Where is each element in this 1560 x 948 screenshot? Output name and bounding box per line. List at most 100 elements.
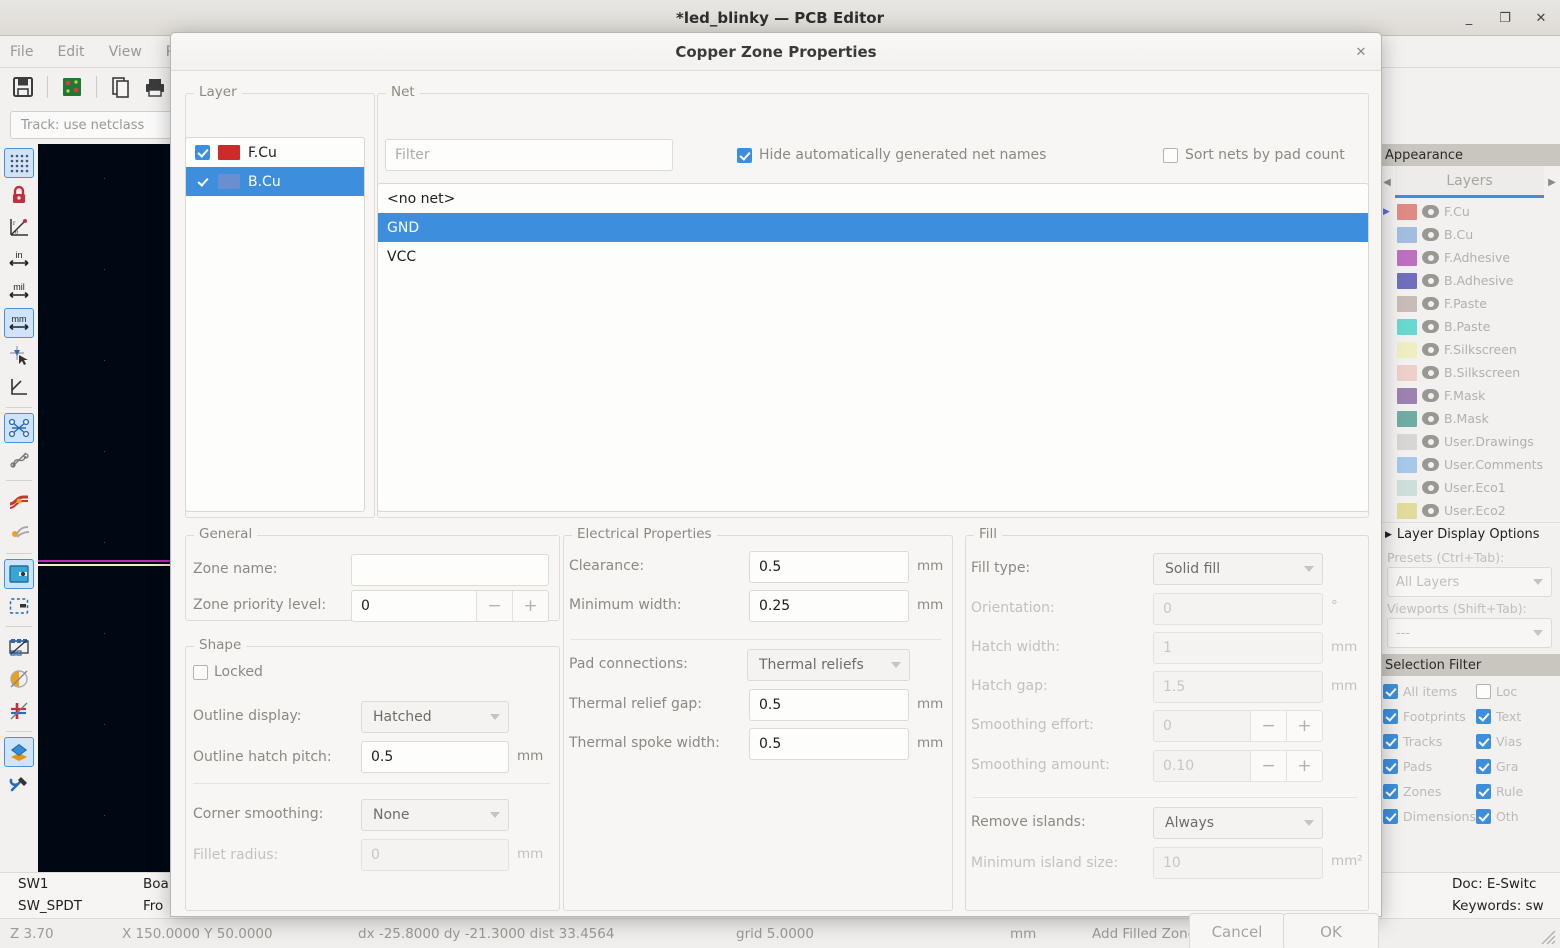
- net-item-nonet[interactable]: <no net>: [378, 184, 1368, 213]
- hatch-width-input[interactable]: 1: [1153, 632, 1323, 664]
- layer-color-swatch[interactable]: [1397, 434, 1417, 450]
- eye-icon[interactable]: [1422, 458, 1439, 471]
- eye-icon[interactable]: [1422, 481, 1439, 494]
- clearance-input[interactable]: 0.5: [749, 551, 909, 583]
- layer-color-swatch[interactable]: [1397, 411, 1417, 427]
- thermal-relief-gap-input[interactable]: 0.5: [749, 689, 909, 721]
- checkbox-icon[interactable]: [195, 145, 210, 160]
- eye-icon[interactable]: [1422, 504, 1439, 517]
- layer-listbox[interactable]: F.Cu B.Cu: [185, 137, 365, 512]
- checkbox-icon[interactable]: [1383, 809, 1398, 824]
- 45-degree-mode-icon[interactable]: [4, 372, 34, 402]
- sort-nets-checkbox-row[interactable]: Sort nets by pad count: [1163, 147, 1345, 163]
- layer-row[interactable]: B.Silkscreen: [1379, 361, 1560, 384]
- layer-row[interactable]: User.Drawings: [1379, 430, 1560, 453]
- filter-all-items[interactable]: All items: [1383, 679, 1476, 704]
- layer-color-swatch[interactable]: [1397, 227, 1417, 243]
- board-setup-icon[interactable]: [57, 73, 87, 101]
- stepper-increment-icon[interactable]: +: [512, 591, 548, 621]
- dialog-close-icon[interactable]: ✕: [1351, 42, 1371, 62]
- polar-coordinates-icon[interactable]: rθ: [4, 212, 34, 242]
- eye-icon[interactable]: [1422, 435, 1439, 448]
- remove-islands-combo[interactable]: Always: [1153, 807, 1323, 839]
- layer-row[interactable]: F.Mask: [1379, 384, 1560, 407]
- filter-tracks[interactable]: Tracks: [1383, 729, 1476, 754]
- layer-row[interactable]: B.Mask: [1379, 407, 1560, 430]
- filter-text[interactable]: Text: [1476, 704, 1556, 729]
- eye-icon[interactable]: [1422, 343, 1439, 356]
- hatch-gap-input[interactable]: 1.5: [1153, 671, 1323, 703]
- corner-smoothing-combo[interactable]: None: [361, 799, 509, 831]
- eye-icon[interactable]: [1422, 297, 1439, 310]
- eye-icon[interactable]: [1422, 412, 1439, 425]
- via-fill-mode-icon[interactable]: [4, 518, 34, 548]
- contrast-mode-icon[interactable]: [4, 737, 34, 767]
- hide-auto-nets-checkbox-row[interactable]: Hide automatically generated net names: [737, 147, 1046, 163]
- presets-combo[interactable]: All Layers: [1387, 567, 1552, 597]
- layer-row[interactable]: User.Eco1: [1379, 476, 1560, 499]
- filter-vias[interactable]: Vias: [1476, 729, 1556, 754]
- layer-row[interactable]: F.Silkscreen: [1379, 338, 1560, 361]
- layer-color-swatch[interactable]: [1397, 342, 1417, 358]
- layer-row[interactable]: B.Paste: [1379, 315, 1560, 338]
- pad-sketch-icon[interactable]: [4, 664, 34, 694]
- filter-pads[interactable]: Pads: [1383, 754, 1476, 779]
- resize-grip-icon[interactable]: [1538, 927, 1556, 945]
- checkbox-icon[interactable]: [1383, 684, 1398, 699]
- layer-color-swatch[interactable]: [1397, 457, 1417, 473]
- checkbox-icon[interactable]: [1383, 784, 1398, 799]
- filter-dimensions[interactable]: Dimensions: [1383, 804, 1476, 829]
- zone-priority-value[interactable]: 0: [352, 591, 476, 621]
- layer-row[interactable]: F.Paste: [1379, 292, 1560, 315]
- filter-rules[interactable]: Rule: [1476, 779, 1556, 804]
- save-icon[interactable]: [8, 73, 38, 101]
- net-item-vcc[interactable]: VCC: [378, 242, 1368, 271]
- fillet-radius-input[interactable]: 0: [361, 839, 509, 871]
- units-mm-icon[interactable]: mm: [4, 308, 34, 338]
- layer-color-swatch[interactable]: [1397, 273, 1417, 289]
- text-sketch-icon[interactable]: [4, 696, 34, 726]
- lock-grid-icon[interactable]: [4, 180, 34, 210]
- locked-checkbox-row[interactable]: Locked: [193, 664, 263, 680]
- layer-item-bcu[interactable]: B.Cu: [186, 167, 364, 196]
- fill-type-combo[interactable]: Solid fill: [1153, 553, 1323, 585]
- outline-display-combo[interactable]: Hatched: [361, 701, 509, 733]
- layer-item-fcu[interactable]: F.Cu: [186, 138, 364, 167]
- ok-button[interactable]: OK: [1283, 913, 1379, 948]
- units-mils-icon[interactable]: mil: [4, 276, 34, 306]
- eye-icon[interactable]: [1422, 320, 1439, 333]
- viewports-combo[interactable]: ---: [1387, 618, 1552, 648]
- print-icon[interactable]: [140, 73, 170, 101]
- show-ratsnest-icon[interactable]: [4, 413, 34, 443]
- grid-toggle-icon[interactable]: [4, 148, 34, 178]
- net-item-gnd[interactable]: GND: [378, 213, 1368, 242]
- stepper-increment-icon[interactable]: +: [1286, 751, 1322, 781]
- net-filter-input[interactable]: Filter: [385, 139, 673, 171]
- layer-color-swatch[interactable]: [1397, 250, 1417, 266]
- checkbox-icon[interactable]: [737, 148, 752, 163]
- smoothing-effort-value[interactable]: 0: [1154, 711, 1250, 741]
- layer-row[interactable]: User.Comments: [1379, 453, 1560, 476]
- filter-footprints[interactable]: Footprints: [1383, 704, 1476, 729]
- layer-row[interactable]: User.Eco2: [1379, 499, 1560, 522]
- checkbox-icon[interactable]: [1476, 809, 1491, 824]
- layer-color-swatch[interactable]: [1397, 365, 1417, 381]
- checkbox-icon[interactable]: [1476, 709, 1491, 724]
- checkbox-icon[interactable]: [1476, 759, 1491, 774]
- layer-color-swatch[interactable]: [1397, 296, 1417, 312]
- zone-name-input[interactable]: [351, 554, 549, 586]
- orientation-input[interactable]: 0: [1153, 593, 1323, 625]
- checkbox-icon[interactable]: [1476, 784, 1491, 799]
- layer-row[interactable]: B.Cu: [1379, 223, 1560, 246]
- checkbox-icon[interactable]: [193, 665, 208, 680]
- layer-color-swatch[interactable]: [1397, 204, 1417, 220]
- checkbox-icon[interactable]: [1383, 734, 1398, 749]
- menu-file[interactable]: File: [10, 44, 33, 60]
- filter-graphics[interactable]: Gra: [1476, 754, 1556, 779]
- layer-color-swatch[interactable]: [1397, 388, 1417, 404]
- layer-color-swatch[interactable]: [1397, 480, 1417, 496]
- layer-color-swatch[interactable]: [1397, 503, 1417, 519]
- checkbox-icon[interactable]: [1383, 759, 1398, 774]
- footprint-sketch-icon[interactable]: [4, 632, 34, 662]
- filter-other[interactable]: Oth: [1476, 804, 1556, 829]
